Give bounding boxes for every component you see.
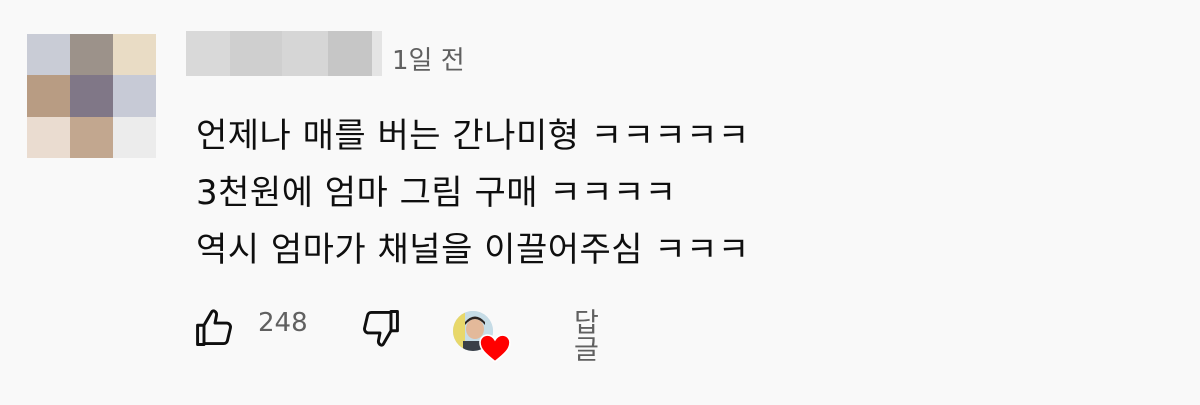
reply-button[interactable]: 답글 — [574, 310, 599, 364]
thumbs-down-icon — [363, 310, 399, 347]
commenter-avatar[interactable] — [27, 34, 156, 158]
like-count: 248 — [258, 308, 308, 338]
comment-line: 역시 엄마가 채널을 이끌어주심 ㅋㅋㅋ — [196, 230, 750, 270]
comment-line: 3천원에 엄마 그림 구매 ㅋㅋㅋㅋ — [196, 173, 677, 213]
thumbs-up-icon — [196, 309, 232, 346]
dislike-button[interactable] — [355, 303, 405, 353]
heart-icon — [479, 334, 511, 363]
like-button[interactable] — [190, 303, 240, 353]
comment-line: 언제나 매를 버는 간나미형 ㅋㅋㅋㅋㅋ — [196, 116, 750, 156]
comment-body: 언제나 매를 버는 간나미형 ㅋㅋㅋㅋㅋ 3천원에 엄마 그림 구매 ㅋㅋㅋㅋ … — [196, 108, 750, 279]
creator-heart-badge — [453, 307, 513, 367]
comment-timestamp[interactable]: 1일 전 — [392, 48, 465, 74]
commenter-username[interactable] — [186, 31, 382, 76]
